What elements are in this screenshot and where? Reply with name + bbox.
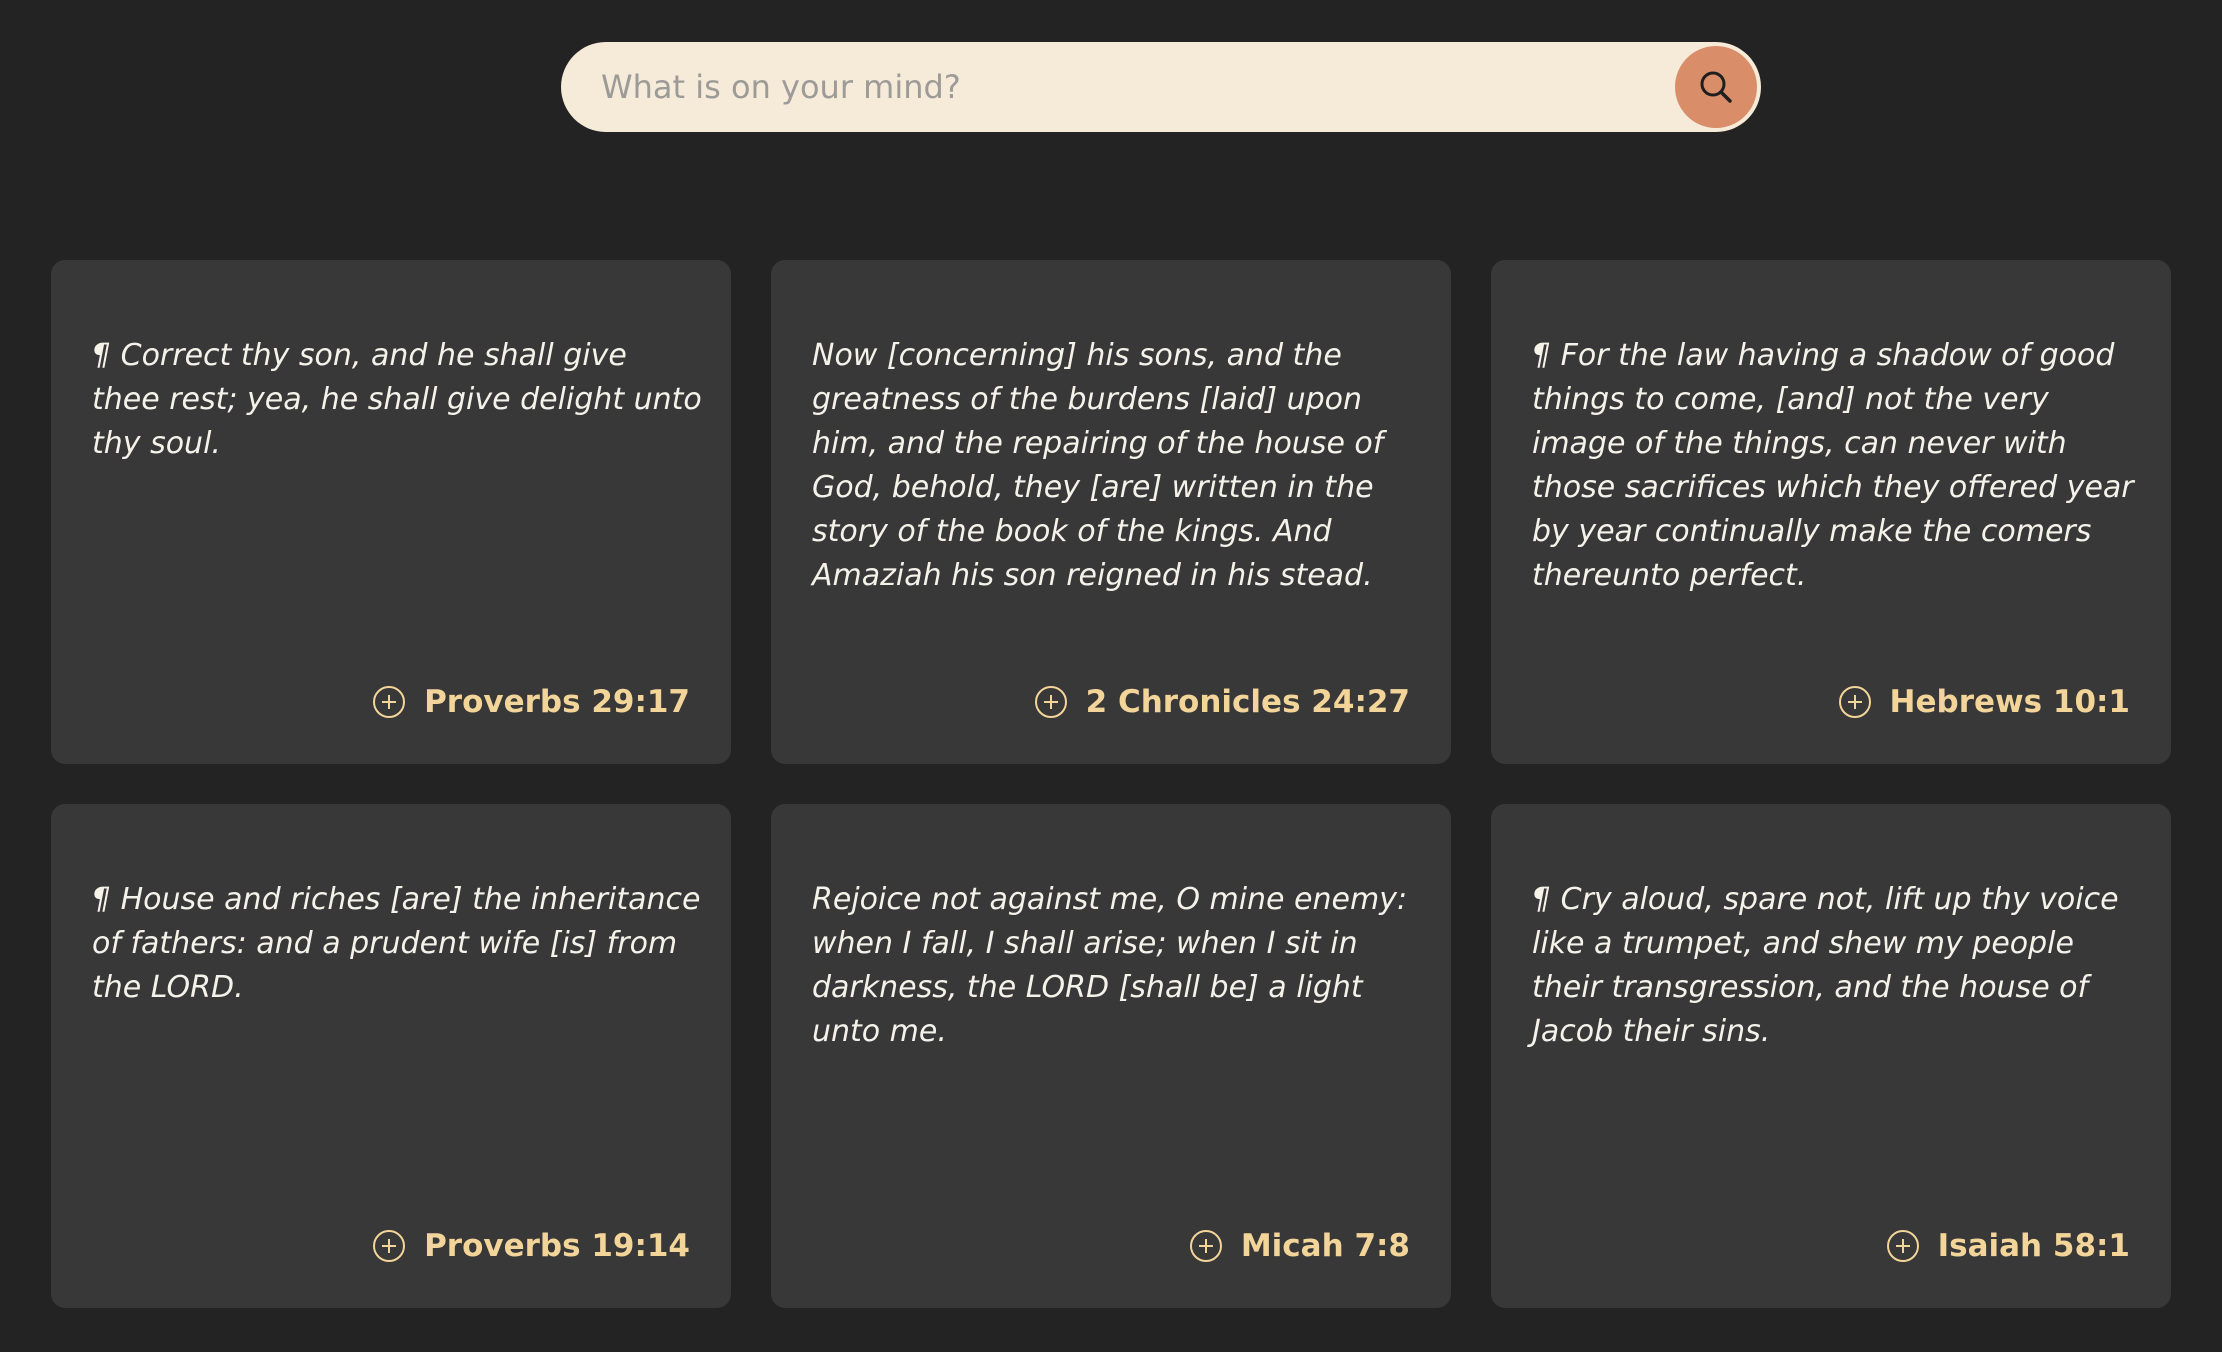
add-verse-button[interactable]: Micah 7:8 — [1189, 1228, 1410, 1264]
verse-text: ¶ For the law having a shadow of good th… — [1532, 338, 2134, 593]
verse-card: ¶ House and riches [are] the inheritance… — [51, 804, 731, 1308]
add-verse-button[interactable]: Isaiah 58:1 — [1886, 1228, 2130, 1264]
verse-reference: Hebrews 10:1 — [1889, 684, 2130, 720]
verse-text: ¶ Correct thy son, and he shall give the… — [92, 338, 702, 461]
verse-card: ¶ For the law having a shadow of good th… — [1491, 260, 2171, 764]
add-verse-button[interactable]: 2 Chronicles 24:27 — [1034, 684, 1410, 720]
verse-card: Now [concerning] his sons, and the great… — [771, 260, 1451, 764]
add-verse-button[interactable]: Proverbs 29:17 — [372, 684, 690, 720]
search-input[interactable] — [601, 42, 1641, 132]
plus-circle-icon — [1034, 686, 1067, 718]
verse-reference: Proverbs 19:14 — [424, 1228, 690, 1264]
add-verse-button[interactable]: Proverbs 19:14 — [372, 1228, 690, 1264]
verse-reference: Isaiah 58:1 — [1937, 1228, 2130, 1264]
verse-text: Rejoice not against me, O mine enemy: wh… — [812, 882, 1408, 1049]
search-button[interactable] — [1675, 46, 1757, 128]
verse-text: Now [concerning] his sons, and the great… — [812, 338, 1384, 593]
verse-text: ¶ Cry aloud, spare not, lift up thy voic… — [1532, 882, 2119, 1049]
verse-reference: Proverbs 29:17 — [424, 684, 690, 720]
verse-card: Rejoice not against me, O mine enemy: wh… — [771, 804, 1451, 1308]
plus-circle-icon — [373, 1230, 406, 1262]
verse-card: ¶ Cry aloud, spare not, lift up thy voic… — [1491, 804, 2171, 1308]
plus-circle-icon — [1189, 1230, 1222, 1262]
verse-text: ¶ House and riches [are] the inheritance… — [92, 882, 701, 1005]
plus-circle-icon — [1886, 1230, 1919, 1262]
search-icon — [1700, 71, 1732, 103]
plus-circle-icon — [373, 686, 406, 718]
search-bar — [561, 42, 1761, 132]
verse-reference: Micah 7:8 — [1240, 1228, 1410, 1264]
verse-reference: 2 Chronicles 24:27 — [1085, 684, 1410, 720]
plus-circle-icon — [1838, 686, 1871, 718]
add-verse-button[interactable]: Hebrews 10:1 — [1838, 684, 2130, 720]
verse-card: ¶ Correct thy son, and he shall give the… — [51, 260, 731, 764]
